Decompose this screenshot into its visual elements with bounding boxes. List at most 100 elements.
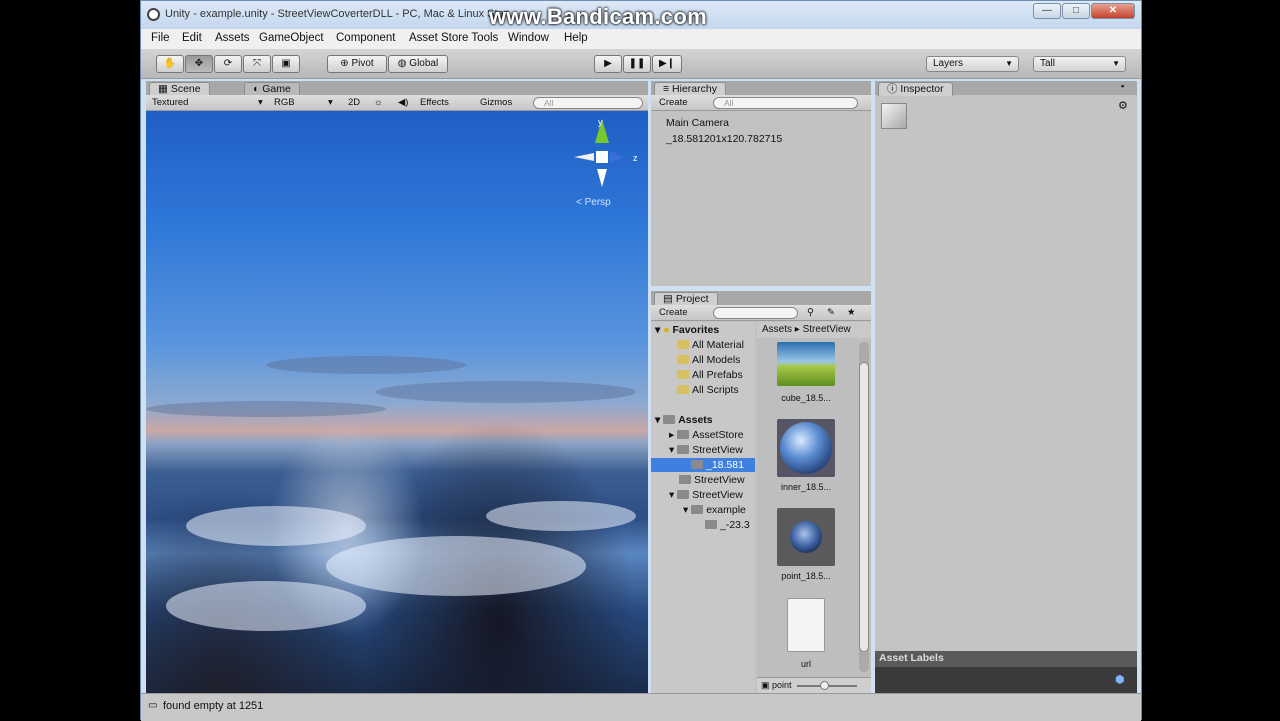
filter-type-icon[interactable]: ⚲ xyxy=(807,307,814,318)
neg-y-axis-arrow[interactable] xyxy=(597,169,607,187)
pause-button[interactable]: ❚❚ xyxy=(623,55,651,73)
assets-node[interactable]: ▾ Assets xyxy=(655,414,713,426)
rect-tool-icon[interactable]: ▣ xyxy=(272,55,300,73)
favorite-star-icon[interactable]: ★ xyxy=(847,307,856,318)
tab-hierarchy[interactable]: ≡ Hierarchy xyxy=(654,82,726,96)
scene-viewport[interactable]: y z < Persp xyxy=(146,111,648,693)
tab-project[interactable]: ▤ Project xyxy=(654,292,718,306)
tree-item[interactable]: ▸ AssetStore xyxy=(669,429,744,441)
menu-component[interactable]: Component xyxy=(336,32,395,44)
favorite-item[interactable]: All Scripts xyxy=(677,384,739,396)
favorite-item[interactable]: All Models xyxy=(677,354,740,366)
layout-dropdown[interactable]: Tall ▼ xyxy=(1033,56,1126,72)
menu-gameobject[interactable]: GameObject xyxy=(259,32,324,44)
sphere-texture-icon[interactable] xyxy=(777,419,835,477)
tab-game[interactable]: ◐ Game xyxy=(244,82,300,96)
asset-label[interactable]: point_18.5... xyxy=(771,571,841,581)
hierarchy-search-input[interactable]: All xyxy=(713,97,858,109)
folder-icon xyxy=(705,520,717,529)
lock-icon[interactable]: ▪ xyxy=(1121,81,1124,91)
scrollbar-thumb[interactable] xyxy=(859,362,869,652)
favorite-item[interactable]: All Material xyxy=(677,339,744,351)
sphere-dark-icon[interactable] xyxy=(777,508,835,566)
global-label: Global xyxy=(409,58,439,69)
audio-icon[interactable]: ◀) xyxy=(398,97,408,108)
projection-label[interactable]: < Persp xyxy=(576,197,611,208)
maximize-button[interactable]: □ xyxy=(1062,3,1090,19)
menu-window[interactable]: Window xyxy=(508,32,549,44)
projection-text: Persp xyxy=(584,197,611,208)
menu-file[interactable]: File xyxy=(151,32,170,44)
favorite-item[interactable]: All Prefabs xyxy=(677,369,743,381)
wave-foam xyxy=(326,536,586,596)
expand-arrow-icon: ▾ xyxy=(655,414,661,426)
project-search-input[interactable] xyxy=(713,307,798,319)
project-create-dropdown[interactable]: Create xyxy=(659,307,688,318)
scene-search-input[interactable]: All xyxy=(533,97,643,109)
menu-help[interactable]: Help xyxy=(564,32,588,44)
asset-label[interactable]: inner_18.5... xyxy=(771,482,841,492)
tree-item-selected[interactable]: _18.581 xyxy=(691,459,744,471)
hierarchy-item[interactable]: _18.581201x120.782715 xyxy=(666,133,782,145)
expand-arrow-icon: ▾ xyxy=(683,504,689,516)
breadcrumb-item[interactable]: StreetView xyxy=(803,324,851,335)
status-message[interactable]: found empty at 1251 xyxy=(163,700,263,712)
search-folder-icon xyxy=(677,370,689,379)
rotate-tool-icon[interactable]: ⟳ xyxy=(214,55,242,73)
tag-icon[interactable]: ⬢ xyxy=(1115,673,1125,686)
hand-tool-icon[interactable]: ✋ xyxy=(156,55,184,73)
breadcrumb-item[interactable]: Assets xyxy=(762,324,792,335)
zoom-slider-thumb[interactable] xyxy=(820,681,829,690)
cube-texture-icon[interactable] xyxy=(777,342,835,386)
unity-window: Unity - example.unity - StreetViewCovert… xyxy=(140,0,1142,721)
breadcrumb: Assets ▸ StreetView xyxy=(757,322,871,338)
scene-tabbar xyxy=(146,81,648,95)
gizmo-center-cube[interactable] xyxy=(596,151,608,163)
pivot-toggle[interactable]: ⊕ Pivot xyxy=(327,55,387,73)
asset-label[interactable]: cube_18.5... xyxy=(771,393,841,403)
star-icon: ● xyxy=(663,324,670,336)
asset-label[interactable]: url xyxy=(771,659,841,669)
gizmos-dropdown[interactable]: Gizmos xyxy=(480,97,512,108)
folder-icon xyxy=(663,415,676,424)
tree-item[interactable]: ▾ StreetView xyxy=(669,444,743,456)
effects-dropdown[interactable]: Effects xyxy=(420,97,449,108)
tree-item[interactable]: _-23.3 xyxy=(705,519,750,531)
selected-asset-name: point xyxy=(772,680,792,690)
project-asset-grid: Assets ▸ StreetView cube_18.5... inner_1… xyxy=(757,322,871,693)
minimize-button[interactable]: — xyxy=(1033,3,1061,19)
mode-2d-toggle[interactable]: 2D xyxy=(348,97,360,108)
game-icon: ◐ xyxy=(253,83,263,95)
render-mode-dropdown[interactable]: RGB xyxy=(274,97,295,108)
move-tool-icon[interactable]: ✥ xyxy=(185,55,213,73)
shading-dropdown[interactable]: Textured xyxy=(152,97,188,108)
scene-toolbar: Textured ▾ RGB ▾ 2D ☼ ◀) Effects Gizmos … xyxy=(146,95,648,111)
hierarchy-create-dropdown[interactable]: Create xyxy=(659,97,688,108)
lighting-icon[interactable]: ☼ xyxy=(374,97,383,108)
tree-item[interactable]: ▾ StreetView xyxy=(669,489,743,501)
global-toggle[interactable]: ◍ Global xyxy=(388,55,448,73)
scale-tool-icon[interactable]: ⤧ xyxy=(243,55,271,73)
chevron-down-icon: ▾ xyxy=(258,97,263,108)
tab-inspector[interactable]: ⓘ Inspector xyxy=(878,82,953,96)
hierarchy-item[interactable]: Main Camera xyxy=(666,117,729,129)
layers-dropdown[interactable]: Layers ▼ xyxy=(926,56,1019,72)
z-axis-arrow[interactable] xyxy=(610,151,624,163)
gear-icon[interactable]: ⚙ xyxy=(1118,99,1128,112)
menu-assets[interactable]: Assets xyxy=(215,32,250,44)
tree-item[interactable]: ▾ example xyxy=(683,504,746,516)
menu-edit[interactable]: Edit xyxy=(182,32,202,44)
tree-item[interactable]: StreetView xyxy=(679,474,745,486)
x-axis-arrow[interactable] xyxy=(574,153,594,161)
pivot-icon: ⊕ xyxy=(340,58,352,69)
scene-orientation-gizmo[interactable]: y z xyxy=(574,117,644,189)
text-document-icon[interactable] xyxy=(787,598,825,652)
favorites-node[interactable]: ▾ ● Favorites xyxy=(655,324,719,336)
play-button[interactable]: ▶ xyxy=(594,55,622,73)
menu-asset-store-tools[interactable]: Asset Store Tools xyxy=(409,32,498,44)
filter-label-icon[interactable]: ✎ xyxy=(827,307,835,318)
tab-project-label: Project xyxy=(675,293,709,305)
step-button[interactable]: ▶❙ xyxy=(652,55,682,73)
close-button[interactable]: ✕ xyxy=(1091,3,1135,19)
tab-scene[interactable]: ▦ Scene xyxy=(149,82,210,96)
